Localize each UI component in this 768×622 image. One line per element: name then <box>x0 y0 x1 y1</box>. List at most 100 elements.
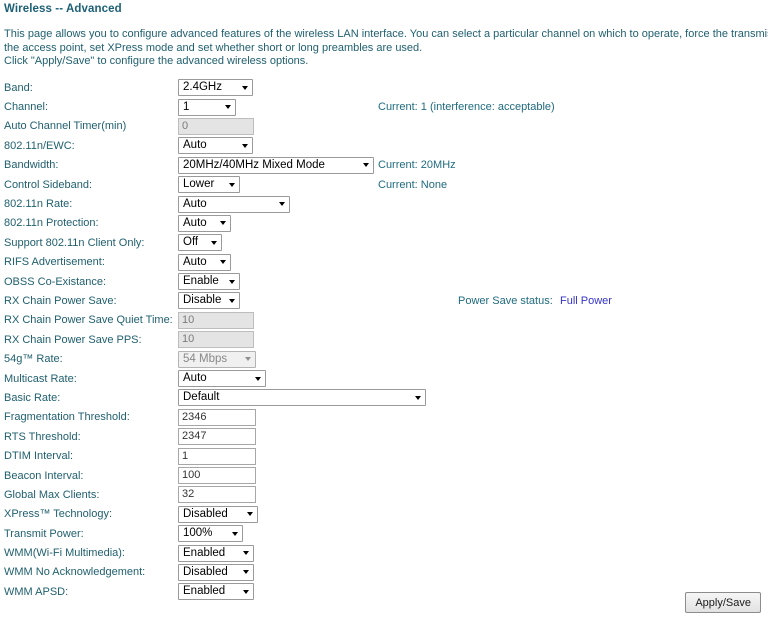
label-control-sideband: Control Sideband: <box>4 178 93 191</box>
label-dtim-interval: DTIM Interval: <box>4 450 74 463</box>
transmit-power-select[interactable]: 100% <box>178 525 243 543</box>
row-multicast-rate: Multicast Rate: Auto <box>0 369 768 388</box>
multicast-rate-select[interactable]: Auto <box>178 370 266 388</box>
row-802-11n-rate: 802.11n Rate: Auto <box>0 194 768 213</box>
802-11n-ewc-select[interactable]: Auto <box>178 137 253 155</box>
label-support-802-11n-client-only: Support 802.11n Client Only: <box>4 236 145 249</box>
control-sideband-select[interactable]: Lower <box>178 176 240 194</box>
auto-channel-timer-input[interactable]: 0 <box>178 117 254 135</box>
fragmentation-threshold-input[interactable]: 2346 <box>178 408 256 426</box>
row-control-sideband: Control Sideband: Lower Current: None <box>0 175 768 194</box>
row-fragmentation-threshold: Fragmentation Threshold: 2346 <box>0 408 768 427</box>
control-bandwidth: 20MHz/40MHz Mixed Mode <box>178 156 374 174</box>
control-rifs-advertisement: Auto <box>178 253 231 271</box>
row-beacon-interval: Beacon Interval: 100 <box>0 466 768 485</box>
channel-select[interactable]: 1 <box>178 98 236 116</box>
label-802-11n-ewc: 802.11n/EWC: <box>4 139 75 152</box>
row-rx-chain-power-save: RX Chain Power Save: Disable Power Save … <box>0 291 768 310</box>
xpress-technology-value: Disabled <box>183 507 228 520</box>
control-xpress-technology: Disabled <box>178 505 258 523</box>
control-rx-chain-quiet-time: 10 <box>178 311 254 329</box>
row-transmit-power: Transmit Power: 100% <box>0 524 768 543</box>
label-beacon-interval: Beacon Interval: <box>4 469 84 482</box>
chevron-down-icon <box>211 240 217 245</box>
chevron-down-icon <box>225 105 231 110</box>
control-support-802-11n-client-only: Off <box>178 234 222 252</box>
802-11n-rate-select[interactable]: Auto <box>178 195 290 213</box>
rifs-advertisement-value: Auto <box>183 255 207 268</box>
label-xpress-technology: XPress™ Technology: <box>4 508 113 521</box>
label-rts-threshold: RTS Threshold: <box>4 430 81 443</box>
basic-rate-select[interactable]: Default <box>178 389 426 407</box>
apply-save-button[interactable]: Apply/Save <box>685 592 761 613</box>
obss-coexistance-value: Enable <box>183 275 219 288</box>
label-rx-chain-quiet-time: RX Chain Power Save Quiet Time: <box>4 314 173 327</box>
label-fragmentation-threshold: Fragmentation Threshold: <box>4 411 130 424</box>
beacon-interval-value: 100 <box>182 469 201 481</box>
rx-chain-quiet-time-input[interactable]: 10 <box>178 311 254 329</box>
row-basic-rate: Basic Rate: Default <box>0 388 768 407</box>
channel-current-status: Current: 1 (interference: acceptable) <box>378 101 555 114</box>
chevron-down-icon <box>242 143 248 148</box>
bandwidth-select[interactable]: 20MHz/40MHz Mixed Mode <box>178 156 374 174</box>
label-802-11n-protection: 802.11n Protection: <box>4 217 99 230</box>
rifs-advertisement-select[interactable]: Auto <box>178 253 231 271</box>
802-11n-protection-select[interactable]: Auto <box>178 214 231 232</box>
control-auto-channel-timer: 0 <box>178 117 254 135</box>
transmit-power-value: 100% <box>183 527 213 540</box>
description-line-2: the access point, set XPress mode and se… <box>4 41 423 54</box>
label-wmm-no-acknowledgement: WMM No Acknowledgement: <box>4 566 146 579</box>
page-title: Wireless -- Advanced <box>4 3 122 15</box>
control-802-11n-rate: Auto <box>178 195 290 213</box>
chevron-down-icon <box>243 551 249 556</box>
chevron-down-icon <box>363 163 369 168</box>
row-auto-channel-timer: Auto Channel Timer(min) 0 <box>0 117 768 136</box>
dtim-interval-input[interactable]: 1 <box>178 447 256 465</box>
chevron-down-icon <box>255 376 261 381</box>
bandwidth-current-status: Current: 20MHz <box>378 159 456 172</box>
802-11n-protection-value: Auto <box>183 216 207 229</box>
control-rx-chain-power-save: Disable <box>178 292 240 310</box>
label-multicast-rate: Multicast Rate: <box>4 372 77 385</box>
global-max-clients-input[interactable]: 32 <box>178 486 256 504</box>
chevron-down-icon <box>229 182 235 187</box>
band-select[interactable]: 2.4GHz <box>178 79 253 97</box>
rx-chain-power-save-select[interactable]: Disable <box>178 292 240 310</box>
rts-threshold-input[interactable]: 2347 <box>178 428 256 446</box>
support-802-11n-client-only-select[interactable]: Off <box>178 234 222 252</box>
control-wmm-no-acknowledgement: Disabled <box>178 563 254 581</box>
rx-chain-pps-input[interactable]: 10 <box>178 331 254 349</box>
802-11n-rate-value: Auto <box>183 197 207 210</box>
chevron-down-icon <box>220 260 226 265</box>
page-description: This page allows you to configure advanc… <box>4 28 768 69</box>
chevron-down-icon <box>243 570 249 575</box>
wmm-no-acknowledgement-select[interactable]: Disabled <box>178 563 254 581</box>
control-transmit-power: 100% <box>178 525 243 543</box>
label-auto-channel-timer: Auto Channel Timer(min) <box>4 120 127 133</box>
label-global-max-clients: Global Max Clients: <box>4 488 100 501</box>
obss-coexistance-select[interactable]: Enable <box>178 273 240 291</box>
rx-chain-quiet-time-value: 10 <box>182 313 195 326</box>
chevron-down-icon <box>220 221 226 226</box>
rts-threshold-value: 2347 <box>182 430 207 443</box>
label-channel: Channel: <box>4 101 49 114</box>
description-line-1: This page allows you to configure advanc… <box>4 28 768 40</box>
xpress-technology-select[interactable]: Disabled <box>178 505 258 523</box>
row-rts-threshold: RTS Threshold: 2347 <box>0 427 768 446</box>
control-sideband-value: Lower <box>183 178 215 191</box>
row-obss-coexistance: OBSS Co-Existance: Enable <box>0 272 768 291</box>
chevron-down-icon <box>245 357 251 362</box>
chevron-down-icon <box>229 298 235 303</box>
power-save-status-label: Power Save status: <box>458 294 553 307</box>
row-global-max-clients: Global Max Clients: 32 <box>0 485 768 504</box>
row-dtim-interval: DTIM Interval: 1 <box>0 446 768 465</box>
rx-chain-pps-value: 10 <box>182 333 195 346</box>
beacon-interval-input[interactable]: 100 <box>178 467 256 484</box>
chevron-down-icon <box>247 512 253 517</box>
rx-chain-power-save-value: Disable <box>183 294 222 307</box>
dtim-interval-value: 1 <box>182 449 189 462</box>
chevron-down-icon <box>415 395 421 400</box>
row-rifs-advertisement: RIFS Advertisement: Auto <box>0 253 768 272</box>
wmm-select[interactable]: Enabled <box>178 544 254 562</box>
54g-rate-select[interactable]: 54 Mbps <box>178 350 256 368</box>
